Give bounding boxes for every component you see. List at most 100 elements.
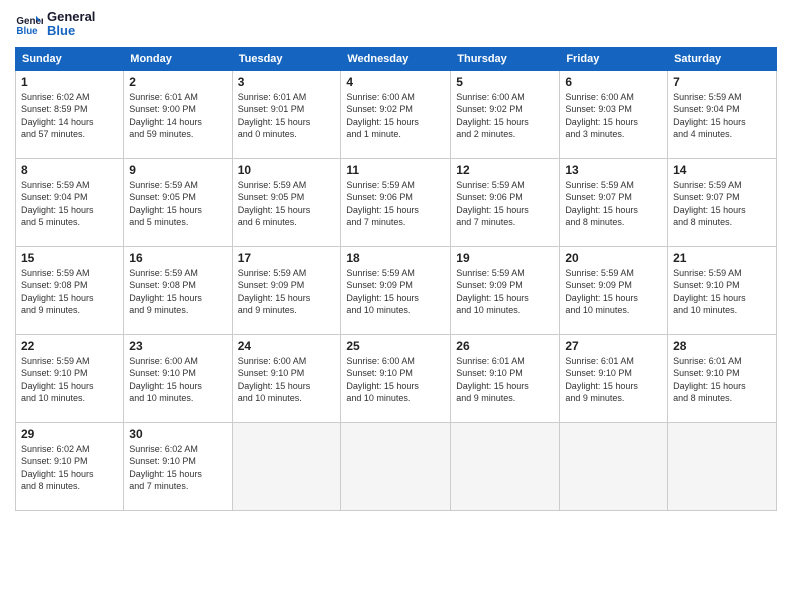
calendar-cell: [232, 422, 341, 510]
calendar-cell: 21Sunrise: 5:59 AM Sunset: 9:10 PM Dayli…: [668, 246, 777, 334]
calendar-cell: 11 Sunrise: 5:59 AM Sunset: 9:06 PM Dayli…: [341, 158, 451, 246]
calendar-cell: [341, 422, 451, 510]
calendar-cell: 8 Sunrise: 5:59 AM Sunset: 9:04 PM Daylig…: [16, 158, 124, 246]
day-number: 2: [129, 75, 226, 89]
calendar-header: SundayMondayTuesdayWednesdayThursdayFrid…: [16, 47, 777, 70]
day-number: 1: [21, 75, 118, 89]
logo-general: General: [47, 10, 95, 24]
calendar-week-2: 8 Sunrise: 5:59 AM Sunset: 9:04 PM Daylig…: [16, 158, 777, 246]
day-info: Sunrise: 5:59 AM Sunset: 9:09 PM Dayligh…: [565, 267, 662, 317]
calendar-week-3: 15 Sunrise: 5:59 AM Sunset: 9:08 PM Dayli…: [16, 246, 777, 334]
day-number: 8: [21, 163, 118, 177]
day-info: Sunrise: 6:00 AM Sunset: 9:10 PM Dayligh…: [346, 355, 445, 405]
day-info: Sunrise: 5:59 AM Sunset: 9:09 PM Dayligh…: [456, 267, 554, 317]
day-info: Sunrise: 6:02 AM Sunset: 9:10 PM Dayligh…: [21, 443, 118, 493]
calendar-cell: [560, 422, 668, 510]
day-number: 5: [456, 75, 554, 89]
day-info: Sunrise: 5:59 AM Sunset: 9:08 PM Dayligh…: [129, 267, 226, 317]
weekday-wednesday: Wednesday: [341, 47, 451, 70]
day-info: Sunrise: 5:59 AM Sunset: 9:06 PM Dayligh…: [456, 179, 554, 229]
day-number: 24: [238, 339, 336, 353]
day-info: Sunrise: 5:59 AM Sunset: 9:05 PM Dayligh…: [238, 179, 336, 229]
calendar-cell: 18Sunrise: 5:59 AM Sunset: 9:09 PM Dayli…: [341, 246, 451, 334]
day-info: Sunrise: 6:01 AM Sunset: 9:00 PM Dayligh…: [129, 91, 226, 141]
day-number: 13: [565, 163, 662, 177]
weekday-tuesday: Tuesday: [232, 47, 341, 70]
calendar-cell: 7 Sunrise: 5:59 AM Sunset: 9:04 PM Daylig…: [668, 70, 777, 158]
page: General Blue General Blue SundayMondayTu…: [0, 0, 792, 612]
calendar-cell: 14Sunrise: 5:59 AM Sunset: 9:07 PM Dayli…: [668, 158, 777, 246]
weekday-saturday: Saturday: [668, 47, 777, 70]
day-info: Sunrise: 5:59 AM Sunset: 9:05 PM Dayligh…: [129, 179, 226, 229]
calendar-cell: 16 Sunrise: 5:59 AM Sunset: 9:08 PM Dayli…: [124, 246, 232, 334]
calendar-cell: 10 Sunrise: 5:59 AM Sunset: 9:05 PM Dayli…: [232, 158, 341, 246]
day-info: Sunrise: 6:01 AM Sunset: 9:10 PM Dayligh…: [456, 355, 554, 405]
calendar-cell: 4 Sunrise: 6:00 AM Sunset: 9:02 PM Daylig…: [341, 70, 451, 158]
calendar-cell: [668, 422, 777, 510]
day-number: 20: [565, 251, 662, 265]
weekday-thursday: Thursday: [451, 47, 560, 70]
day-number: 3: [238, 75, 336, 89]
weekday-monday: Monday: [124, 47, 232, 70]
day-number: 25: [346, 339, 445, 353]
calendar-cell: 1 Sunrise: 6:02 AM Sunset: 8:59 PM Daylig…: [16, 70, 124, 158]
day-info: Sunrise: 5:59 AM Sunset: 9:07 PM Dayligh…: [565, 179, 662, 229]
day-number: 9: [129, 163, 226, 177]
calendar-cell: 13 Sunrise: 5:59 AM Sunset: 9:07 PM Dayli…: [560, 158, 668, 246]
calendar-cell: 5Sunrise: 6:00 AM Sunset: 9:02 PM Daylig…: [451, 70, 560, 158]
calendar-cell: 2 Sunrise: 6:01 AM Sunset: 9:00 PM Daylig…: [124, 70, 232, 158]
calendar-week-4: 22 Sunrise: 5:59 AM Sunset: 9:10 PM Dayli…: [16, 334, 777, 422]
day-info: Sunrise: 6:00 AM Sunset: 9:10 PM Dayligh…: [129, 355, 226, 405]
day-number: 16: [129, 251, 226, 265]
day-number: 11: [346, 163, 445, 177]
day-info: Sunrise: 5:59 AM Sunset: 9:04 PM Dayligh…: [21, 179, 118, 229]
day-info: Sunrise: 6:01 AM Sunset: 9:01 PM Dayligh…: [238, 91, 336, 141]
calendar-cell: 3 Sunrise: 6:01 AM Sunset: 9:01 PM Daylig…: [232, 70, 341, 158]
calendar-cell: 28Sunrise: 6:01 AM Sunset: 9:10 PM Dayli…: [668, 334, 777, 422]
logo: General Blue General Blue: [15, 10, 95, 39]
day-info: Sunrise: 5:59 AM Sunset: 9:04 PM Dayligh…: [673, 91, 771, 141]
day-number: 19: [456, 251, 554, 265]
day-number: 27: [565, 339, 662, 353]
day-info: Sunrise: 5:59 AM Sunset: 9:09 PM Dayligh…: [238, 267, 336, 317]
day-info: Sunrise: 5:59 AM Sunset: 9:08 PM Dayligh…: [21, 267, 118, 317]
day-info: Sunrise: 6:02 AM Sunset: 8:59 PM Dayligh…: [21, 91, 118, 141]
day-number: 12: [456, 163, 554, 177]
day-number: 22: [21, 339, 118, 353]
calendar-body: 1 Sunrise: 6:02 AM Sunset: 8:59 PM Daylig…: [16, 70, 777, 510]
day-info: Sunrise: 5:59 AM Sunset: 9:10 PM Dayligh…: [21, 355, 118, 405]
calendar-cell: [451, 422, 560, 510]
day-info: Sunrise: 6:00 AM Sunset: 9:10 PM Dayligh…: [238, 355, 336, 405]
calendar-cell: 17Sunrise: 5:59 AM Sunset: 9:09 PM Dayli…: [232, 246, 341, 334]
calendar-cell: 26 Sunrise: 6:01 AM Sunset: 9:10 PM Dayli…: [451, 334, 560, 422]
day-info: Sunrise: 6:02 AM Sunset: 9:10 PM Dayligh…: [129, 443, 226, 493]
calendar-cell: 29Sunrise: 6:02 AM Sunset: 9:10 PM Dayli…: [16, 422, 124, 510]
day-info: Sunrise: 6:01 AM Sunset: 9:10 PM Dayligh…: [565, 355, 662, 405]
logo-icon: General Blue: [15, 10, 43, 38]
calendar-cell: 24 Sunrise: 6:00 AM Sunset: 9:10 PM Dayli…: [232, 334, 341, 422]
day-number: 26: [456, 339, 554, 353]
day-number: 7: [673, 75, 771, 89]
weekday-sunday: Sunday: [16, 47, 124, 70]
calendar-cell: 9 Sunrise: 5:59 AM Sunset: 9:05 PM Daylig…: [124, 158, 232, 246]
day-number: 28: [673, 339, 771, 353]
calendar-cell: 20 Sunrise: 5:59 AM Sunset: 9:09 PM Dayli…: [560, 246, 668, 334]
weekday-friday: Friday: [560, 47, 668, 70]
day-info: Sunrise: 5:59 AM Sunset: 9:07 PM Dayligh…: [673, 179, 771, 229]
day-info: Sunrise: 6:00 AM Sunset: 9:02 PM Dayligh…: [346, 91, 445, 141]
day-number: 18: [346, 251, 445, 265]
day-number: 15: [21, 251, 118, 265]
calendar-cell: 12 Sunrise: 5:59 AM Sunset: 9:06 PM Dayli…: [451, 158, 560, 246]
day-info: Sunrise: 6:00 AM Sunset: 9:03 PM Dayligh…: [565, 91, 662, 141]
header: General Blue General Blue: [15, 10, 777, 39]
calendar-cell: 30Sunrise: 6:02 AM Sunset: 9:10 PM Dayli…: [124, 422, 232, 510]
calendar-cell: 27 Sunrise: 6:01 AM Sunset: 9:10 PM Dayli…: [560, 334, 668, 422]
day-info: Sunrise: 5:59 AM Sunset: 9:10 PM Dayligh…: [673, 267, 771, 317]
calendar-cell: 15 Sunrise: 5:59 AM Sunset: 9:08 PM Dayli…: [16, 246, 124, 334]
day-number: 4: [346, 75, 445, 89]
calendar-week-5: 29Sunrise: 6:02 AM Sunset: 9:10 PM Dayli…: [16, 422, 777, 510]
day-number: 10: [238, 163, 336, 177]
day-info: Sunrise: 5:59 AM Sunset: 9:06 PM Dayligh…: [346, 179, 445, 229]
calendar-table: SundayMondayTuesdayWednesdayThursdayFrid…: [15, 47, 777, 511]
logo-blue: Blue: [47, 24, 95, 38]
